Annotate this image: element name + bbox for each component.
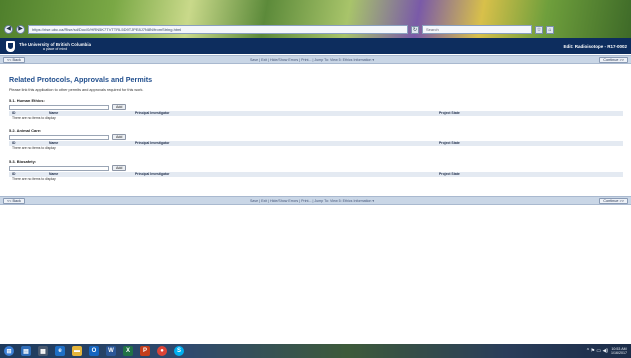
empty-message: There are no items to display bbox=[12, 116, 56, 120]
browser-search-input[interactable]: Search bbox=[422, 25, 532, 34]
add-row: Add bbox=[9, 165, 623, 171]
animal-care-input[interactable] bbox=[9, 134, 109, 140]
toolbar-links[interactable]: Save | Exit | Hide/Show Errors | Print..… bbox=[250, 199, 374, 203]
column-name[interactable]: Name bbox=[49, 111, 58, 116]
page-intro: Please link this application to other pe… bbox=[9, 88, 144, 92]
column-name[interactable]: Name bbox=[49, 172, 58, 177]
biosafety-input[interactable] bbox=[9, 165, 109, 171]
section-heading: 5.2. Animal Care: bbox=[9, 128, 42, 133]
section-heading: 5.1. Human Ethics: bbox=[9, 98, 45, 103]
clock[interactable]: 10:53 AM 1/16/2017 bbox=[611, 347, 627, 355]
human-ethics-input[interactable] bbox=[9, 104, 109, 110]
toolbar-links[interactable]: Save | Exit | Hide/Show Errors | Print..… bbox=[250, 58, 374, 62]
section-biosafety: 5.3. Biosafety: Add ID Name Principal In… bbox=[9, 159, 623, 182]
column-project-state[interactable]: Project State bbox=[439, 141, 460, 146]
column-name[interactable]: Name bbox=[49, 141, 58, 146]
toolbar-bottom: << Back Save | Exit | Hide/Show Errors |… bbox=[0, 196, 631, 205]
taskbar: ⊞ ▤ ▦ e ▬ O W X P ● S ^ ⚑ ▭ ◀) 10:53 AM … bbox=[0, 344, 631, 358]
back-button[interactable]: << Back bbox=[3, 56, 25, 63]
system-tray: ^ ⚑ ▭ ◀) 10:53 AM 1/16/2017 bbox=[587, 345, 627, 357]
add-button[interactable]: Add bbox=[112, 165, 127, 171]
outlook-icon[interactable]: O bbox=[89, 346, 99, 356]
folder-icon[interactable]: ▬ bbox=[72, 346, 82, 356]
skype-icon[interactable]: S bbox=[174, 346, 184, 356]
table-header: ID Name Principal Investigator Project S… bbox=[9, 172, 623, 177]
column-id[interactable]: ID bbox=[12, 141, 15, 146]
record-id: Edit: Radioisotope - R17-0002 bbox=[563, 43, 627, 49]
word-icon[interactable]: W bbox=[106, 346, 116, 356]
column-project-state[interactable]: Project State bbox=[439, 172, 460, 177]
column-id[interactable]: ID bbox=[12, 172, 15, 177]
forward-arrow-icon[interactable]: ▶ bbox=[16, 25, 25, 34]
store-icon[interactable]: ▦ bbox=[38, 346, 48, 356]
back-button[interactable]: << Back bbox=[3, 197, 25, 204]
home-icon[interactable]: ⌂ bbox=[546, 25, 554, 34]
edge-icon[interactable]: e bbox=[55, 346, 65, 356]
continue-button[interactable]: Continue >> bbox=[599, 56, 628, 63]
ubc-crest-icon bbox=[6, 40, 15, 52]
clock-date: 1/16/2017 bbox=[611, 351, 627, 355]
column-principal-investigator[interactable]: Principal Investigator bbox=[135, 141, 169, 146]
add-button[interactable]: Add bbox=[112, 104, 127, 110]
star-icon[interactable]: ☆ bbox=[535, 25, 543, 34]
empty-message: There are no items to display bbox=[12, 146, 56, 150]
main-content: Related Protocols, Approvals and Permits… bbox=[9, 75, 623, 93]
start-icon[interactable]: ⊞ bbox=[4, 346, 14, 356]
add-button[interactable]: Add bbox=[112, 134, 127, 140]
powerpoint-icon[interactable]: P bbox=[140, 346, 150, 356]
browser-chrome: ◀ ▶ https://rise.ubc.ca/Rise/sd/Doc/0/HR… bbox=[0, 0, 631, 38]
empty-message: There are no items to display bbox=[12, 177, 56, 181]
back-arrow-icon[interactable]: ◀ bbox=[4, 25, 13, 34]
section-animal-care: 5.2. Animal Care: Add ID Name Principal … bbox=[9, 128, 623, 151]
add-row: Add bbox=[9, 104, 623, 110]
column-project-state[interactable]: Project State bbox=[439, 111, 460, 116]
ubc-logo[interactable]: The University of British Columbia a pla… bbox=[6, 40, 92, 52]
page-title: Related Protocols, Approvals and Permits bbox=[9, 75, 153, 84]
section-heading: 5.3. Biosafety: bbox=[9, 159, 37, 164]
column-id[interactable]: ID bbox=[12, 111, 15, 116]
university-tagline: a place of mind bbox=[42, 46, 68, 51]
file-explorer-icon[interactable]: ▤ bbox=[21, 346, 31, 356]
excel-icon[interactable]: X bbox=[123, 346, 133, 356]
toolbar-top: << Back Save | Exit | Hide/Show Errors |… bbox=[0, 55, 631, 64]
url-bar[interactable]: https://rise.ubc.ca/Rise/sd/Doc/0/HRN5K7… bbox=[28, 25, 408, 34]
section-human-ethics: 5.1. Human Ethics: Add ID Name Principal… bbox=[9, 98, 623, 121]
chrome-icon[interactable]: ● bbox=[157, 346, 167, 356]
column-principal-investigator[interactable]: Principal Investigator bbox=[135, 111, 169, 116]
site-header: The University of British Columbia a pla… bbox=[0, 38, 631, 54]
address-row: ◀ ▶ https://rise.ubc.ca/Rise/sd/Doc/0/HR… bbox=[4, 24, 627, 35]
column-principal-investigator[interactable]: Principal Investigator bbox=[135, 172, 169, 177]
tray-icons[interactable]: ^ ⚑ ▭ ◀) bbox=[587, 348, 608, 354]
refresh-icon[interactable]: ↻ bbox=[411, 25, 419, 34]
university-name: The University of British Columbia bbox=[19, 41, 92, 47]
table-header: ID Name Principal Investigator Project S… bbox=[9, 111, 623, 116]
continue-button[interactable]: Continue >> bbox=[599, 197, 628, 204]
add-row: Add bbox=[9, 134, 623, 140]
table-header: ID Name Principal Investigator Project S… bbox=[9, 141, 623, 146]
